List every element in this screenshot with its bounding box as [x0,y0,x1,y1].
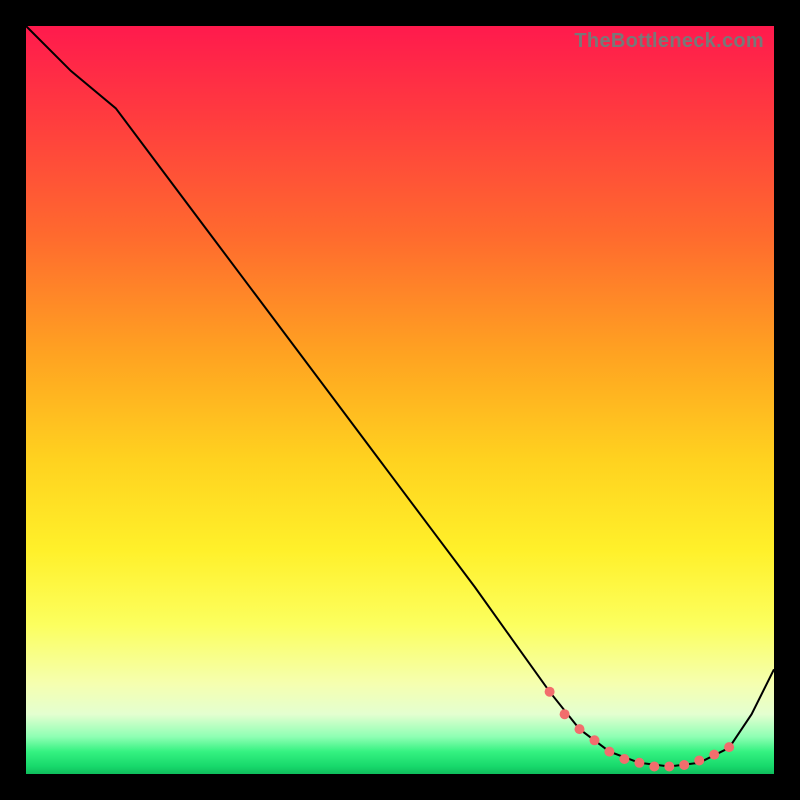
chart-frame: TheBottleneck.com [0,0,800,800]
chart-marker [604,747,614,757]
chart-plot-area: TheBottleneck.com [26,26,774,774]
chart-marker [560,709,570,719]
chart-marker [575,724,585,734]
chart-marker [590,735,600,745]
chart-marker [709,750,719,760]
chart-marker [694,756,704,766]
chart-overlay [26,26,774,774]
chart-marker [619,754,629,764]
chart-marker [724,742,734,752]
chart-marker [634,758,644,768]
chart-line [26,26,774,767]
chart-marker [649,762,659,772]
chart-marker [679,760,689,770]
chart-marker [664,762,674,772]
chart-marker [545,687,555,697]
